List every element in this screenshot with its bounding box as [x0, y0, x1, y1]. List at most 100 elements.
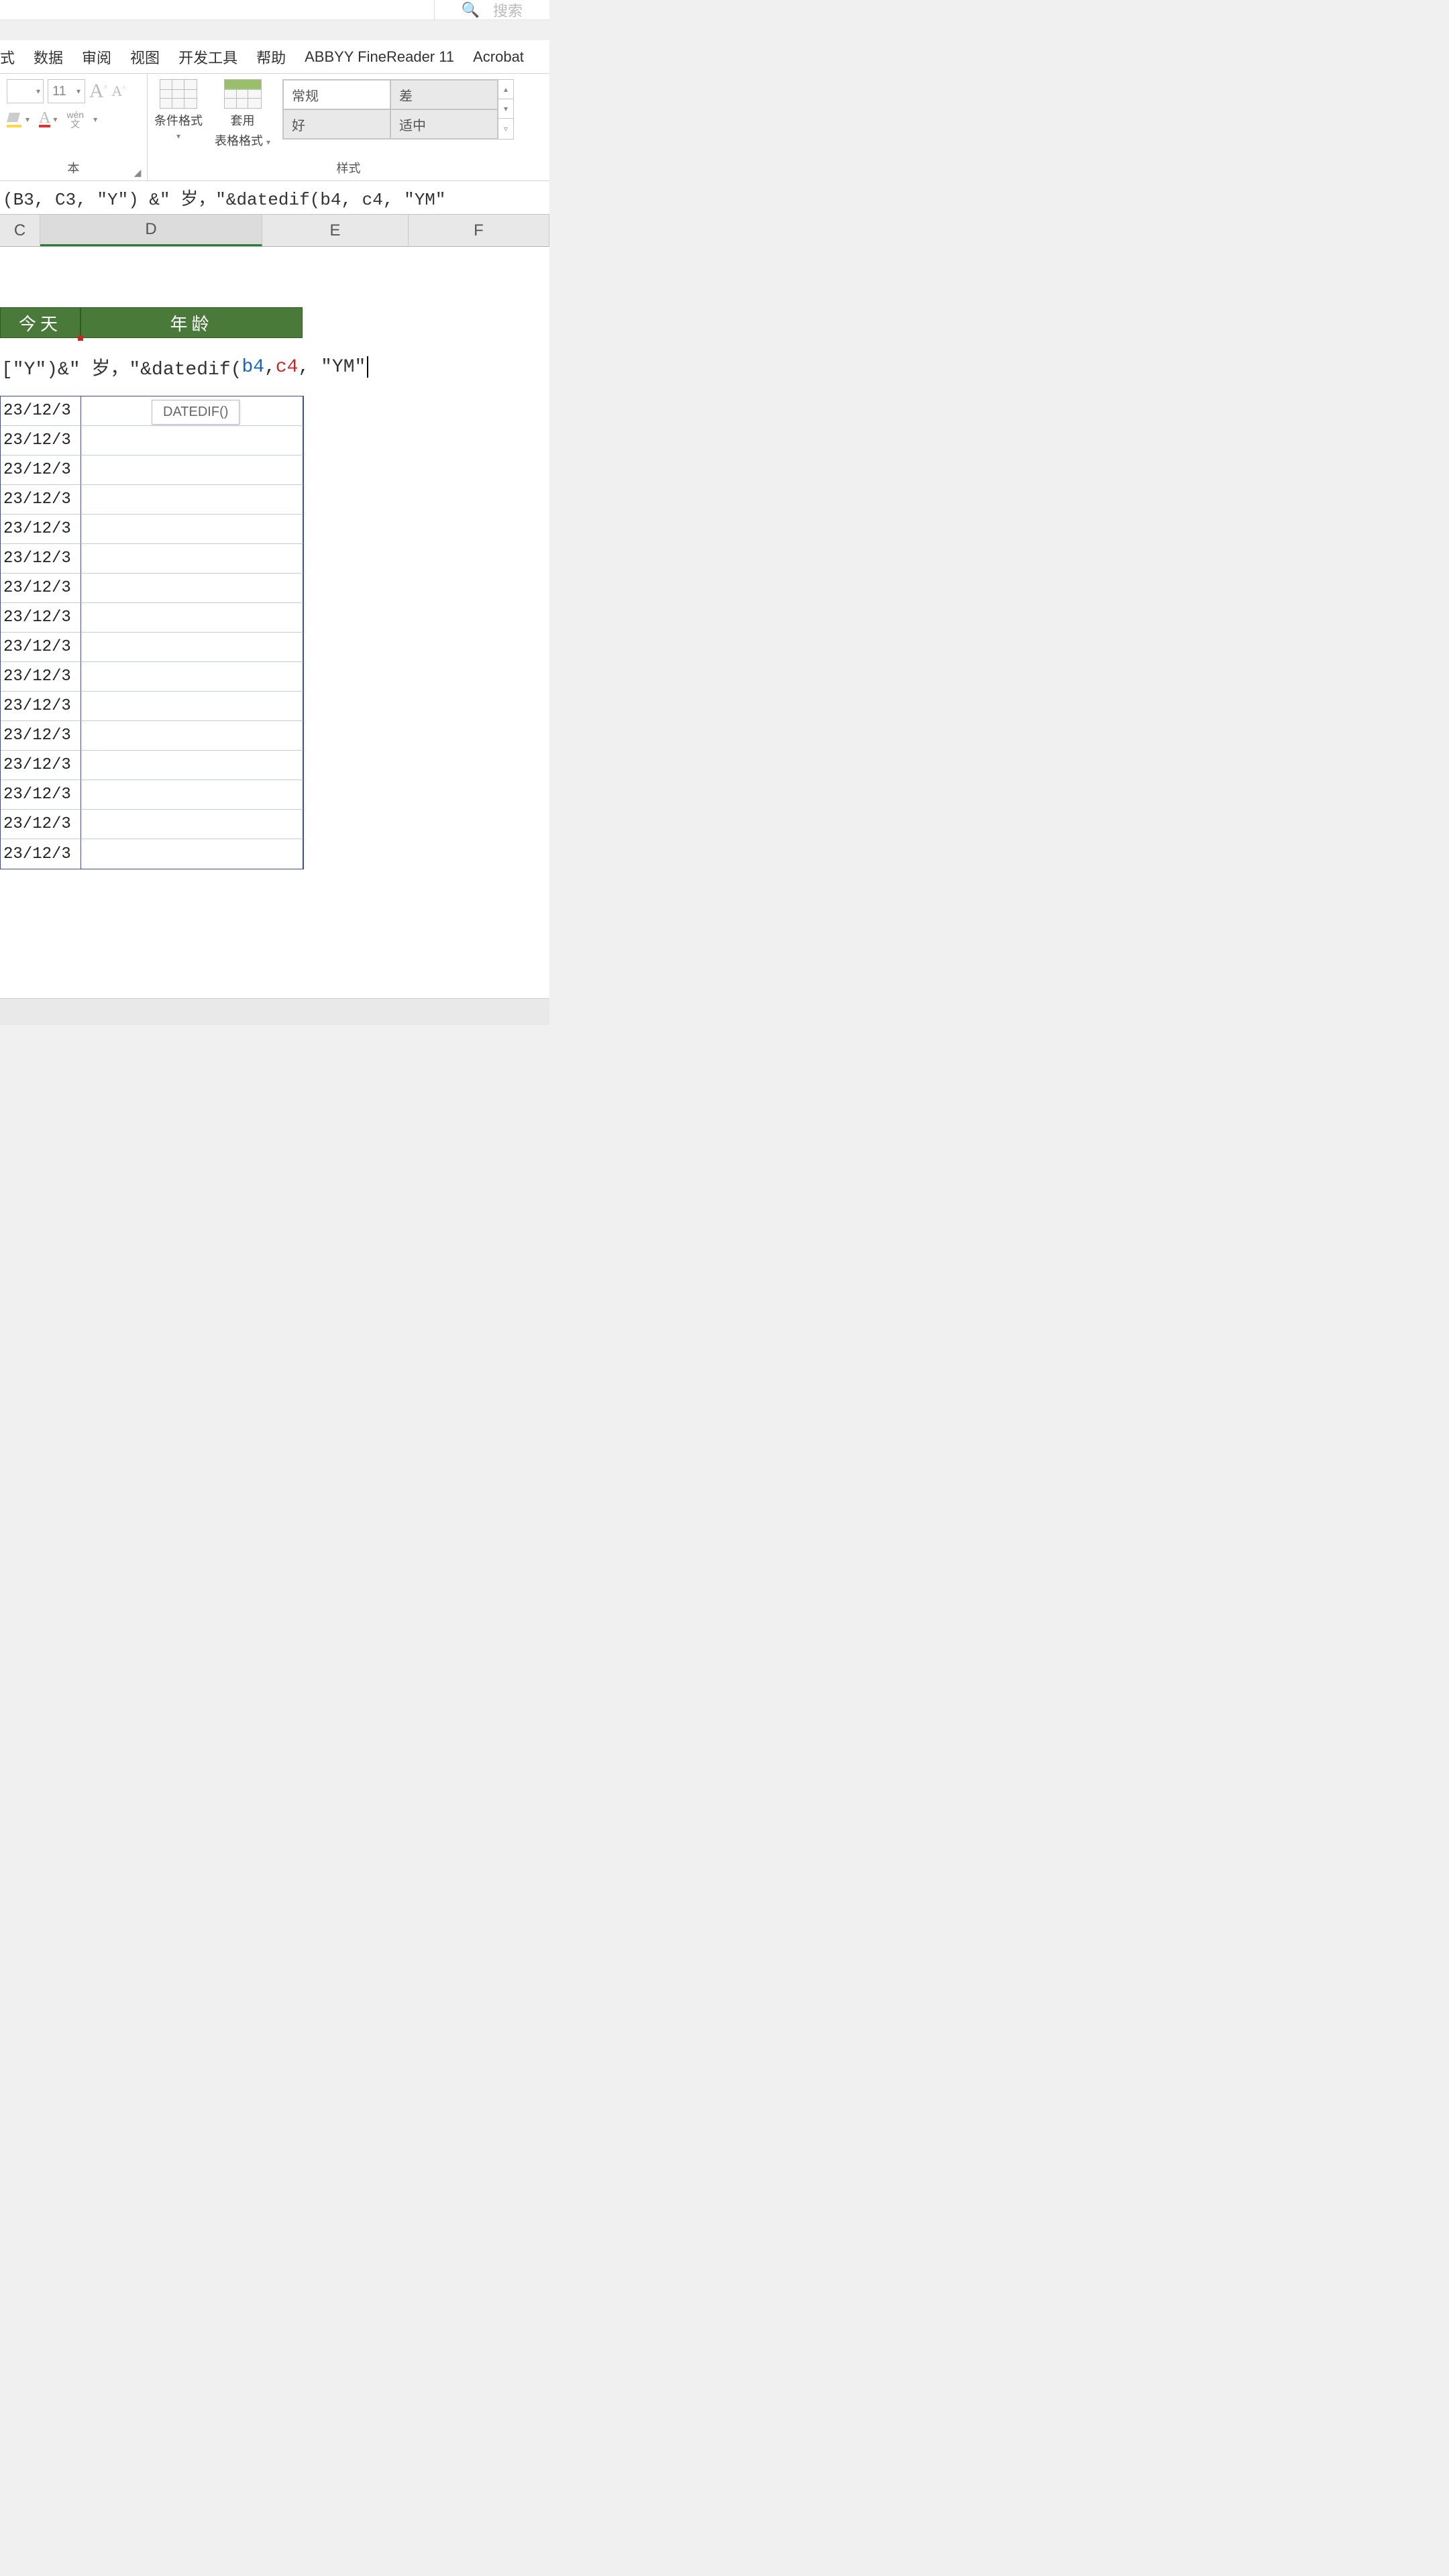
- search-box[interactable]: 🔍 搜索: [434, 0, 523, 21]
- cell-date[interactable]: 23/12/3: [1, 662, 81, 692]
- function-tooltip: DATEDIF(): [152, 400, 239, 425]
- cell-date[interactable]: 23/12/3: [1, 780, 81, 810]
- menu-item-review[interactable]: 审阅: [82, 46, 111, 68]
- table-row[interactable]: 23/12/3: [1, 426, 303, 455]
- conditional-formatting-button[interactable]: 条件格式 ▾: [154, 79, 203, 141]
- wen-pinyin: wén: [66, 110, 84, 119]
- table-row[interactable]: 23/12/3: [1, 515, 303, 544]
- cell-age[interactable]: [81, 426, 303, 455]
- column-headers: C D E F: [0, 215, 549, 247]
- font-name-dropdown[interactable]: ▾: [7, 79, 44, 103]
- data-grid: 23/12/323/12/323/12/323/12/323/12/323/12…: [0, 396, 304, 869]
- cell-date[interactable]: 23/12/3: [1, 515, 81, 544]
- cell-age[interactable]: [81, 692, 303, 721]
- active-cell-edit[interactable]: ["Y")&" 岁，"&datedif(b4, c4, "YM": [0, 338, 368, 396]
- menu-item-help[interactable]: 帮助: [256, 46, 286, 68]
- cell-date[interactable]: 23/12/3: [1, 721, 81, 751]
- cond-fmt-label: 条件格式: [154, 111, 203, 129]
- cell-date[interactable]: 23/12/3: [1, 603, 81, 633]
- cell-date[interactable]: 23/12/3: [1, 544, 81, 574]
- col-header-c[interactable]: C: [0, 215, 40, 246]
- cell-age[interactable]: [81, 662, 303, 692]
- chevron-down-icon: ▾: [93, 115, 97, 124]
- cell-age[interactable]: [81, 751, 303, 780]
- edit-ref-c: c4: [276, 357, 299, 378]
- header-age: 年龄: [80, 307, 303, 338]
- col-header-d[interactable]: D: [40, 215, 262, 246]
- increase-font-icon[interactable]: A^: [89, 80, 107, 103]
- menu-item-acrobat[interactable]: Acrobat: [473, 48, 524, 66]
- col-header-e[interactable]: E: [262, 215, 409, 246]
- col-header-f[interactable]: F: [409, 215, 549, 246]
- cell-age[interactable]: [81, 603, 303, 633]
- gallery-down-button[interactable]: ▾: [498, 99, 513, 119]
- style-good[interactable]: 好: [283, 109, 390, 139]
- table-row[interactable]: 23/12/3: [1, 662, 303, 692]
- menu-item-view[interactable]: 视图: [130, 46, 160, 68]
- cell-age[interactable]: [81, 574, 303, 603]
- gallery-more-button[interactable]: ▿: [498, 119, 513, 138]
- menu-item-devtools[interactable]: 开发工具: [178, 46, 237, 68]
- decrease-font-icon[interactable]: A^: [111, 83, 125, 100]
- chevron-down-icon: ▾: [76, 87, 80, 96]
- cell-date[interactable]: 23/12/3: [1, 426, 81, 455]
- cell-age[interactable]: [81, 455, 303, 485]
- text-cursor: [367, 356, 368, 378]
- table-row[interactable]: 23/12/3: [1, 544, 303, 574]
- table-row[interactable]: 23/12/3: [1, 455, 303, 485]
- format-as-table-button[interactable]: 套用 表格格式 ▾: [215, 79, 270, 149]
- phonetic-guide-button[interactable]: wén 文: [66, 110, 84, 129]
- font-size-dropdown[interactable]: 11 ▾: [48, 79, 85, 103]
- menu-item-formula[interactable]: 式: [0, 46, 15, 68]
- cell-date[interactable]: 23/12/3: [1, 574, 81, 603]
- status-bar: [0, 998, 549, 1025]
- cell-date[interactable]: 23/12/3: [1, 633, 81, 662]
- edit-ref-b: b4: [241, 357, 264, 378]
- header-row: 今天 年龄: [0, 307, 303, 338]
- table-row[interactable]: 23/12/3: [1, 810, 303, 839]
- menu-item-data[interactable]: 数据: [34, 46, 63, 68]
- cell-age[interactable]: [81, 544, 303, 574]
- edit-p2: , "YM": [298, 357, 366, 378]
- cell-age[interactable]: [81, 515, 303, 544]
- cell-age[interactable]: [81, 810, 303, 839]
- style-neutral[interactable]: 适中: [390, 109, 498, 139]
- cell-date[interactable]: 23/12/3: [1, 751, 81, 780]
- formula-bar[interactable]: (B3, C3, "Y") &" 岁，"&datedif(b4, c4, "YM…: [0, 181, 549, 215]
- cell-age[interactable]: [81, 780, 303, 810]
- cell-date[interactable]: 23/12/3: [1, 692, 81, 721]
- cell-age[interactable]: [81, 721, 303, 751]
- table-row[interactable]: 23/12/3: [1, 839, 303, 869]
- table-row[interactable]: 23/12/3: [1, 780, 303, 810]
- style-normal[interactable]: 常规: [283, 80, 390, 109]
- cell-age[interactable]: [81, 485, 303, 515]
- gallery-up-button[interactable]: ▴: [498, 80, 513, 99]
- table-row[interactable]: 23/12/3: [1, 574, 303, 603]
- cell-date[interactable]: 23/12/3: [1, 839, 81, 869]
- table-row[interactable]: 23/12/3: [1, 721, 303, 751]
- chevron-down-icon: ▾: [176, 131, 180, 141]
- cell-styles-gallery: 常规 好 差 适中 ▴ ▾ ▿: [282, 79, 514, 140]
- cell-age[interactable]: [81, 839, 303, 869]
- cell-age[interactable]: [81, 633, 303, 662]
- styles-group-label: 样式: [154, 156, 543, 179]
- fill-color-button[interactable]: ▾: [7, 111, 30, 127]
- cell-date[interactable]: 23/12/3: [1, 810, 81, 839]
- font-color-icon: A: [39, 111, 50, 127]
- cell-date[interactable]: 23/12/3: [1, 485, 81, 515]
- menu-item-abbyy[interactable]: ABBYY FineReader 11: [305, 48, 454, 66]
- table-row[interactable]: 23/12/3: [1, 751, 303, 780]
- search-placeholder: 搜索: [493, 0, 523, 21]
- wen-char: 文: [70, 119, 80, 129]
- worksheet[interactable]: 今天 年龄 ["Y")&" 岁，"&datedif(b4, c4, "YM" 2…: [0, 247, 549, 998]
- dialog-launcher-icon[interactable]: ◢: [132, 167, 143, 178]
- cell-date[interactable]: 23/12/3: [1, 455, 81, 485]
- table-row[interactable]: 23/12/3: [1, 485, 303, 515]
- font-color-button[interactable]: A ▾: [39, 111, 57, 127]
- table-row[interactable]: 23/12/3: [1, 633, 303, 662]
- cell-date[interactable]: 23/12/3: [1, 396, 81, 426]
- style-bad[interactable]: 差: [390, 80, 498, 109]
- table-format-icon: [224, 79, 262, 109]
- table-row[interactable]: 23/12/3: [1, 603, 303, 633]
- table-row[interactable]: 23/12/3: [1, 692, 303, 721]
